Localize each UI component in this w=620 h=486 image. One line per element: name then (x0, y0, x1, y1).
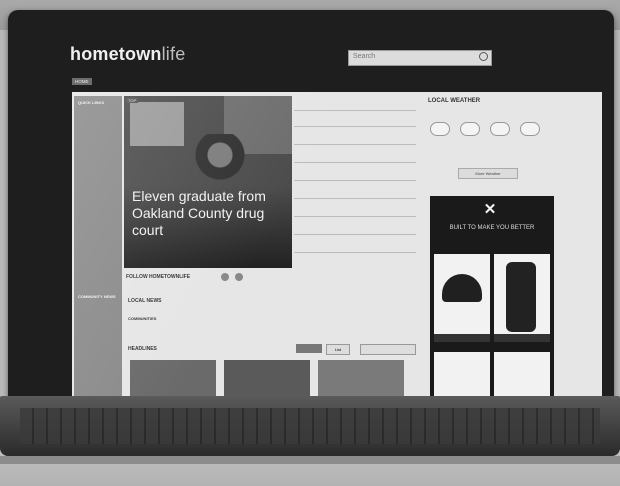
logo-main: hometown (70, 44, 162, 64)
facebook-icon[interactable] (221, 273, 229, 281)
local-news: LOCAL NEWS COMMUNITIES (128, 298, 418, 334)
search-icon[interactable] (479, 52, 488, 61)
community-news-title: COMMUNITY NEWS (78, 294, 116, 299)
cloud-icon (490, 122, 510, 136)
hero-badge: TOP (126, 98, 139, 103)
ad-logo-icon: ✕ (483, 201, 497, 218)
follow-bar: FOLLOW HOMETOWNLIFE (126, 273, 286, 284)
keyboard (20, 408, 600, 444)
grid-view-button[interactable] (296, 344, 322, 353)
shirt-image (506, 262, 536, 332)
ad-product-label (494, 334, 550, 342)
hero-person (180, 134, 260, 194)
browser-screen: QUICK LINKS COMMUNITY NEWS TOP Eleven gr… (72, 92, 602, 404)
site-header: hometownlife Search (56, 36, 576, 76)
site-logo[interactable]: hometownlife (70, 44, 185, 65)
cloud-icon (460, 122, 480, 136)
headlines-bar: HEADLINES List (128, 344, 418, 356)
follow-label: FOLLOW HOMETOWNLIFE (126, 274, 191, 280)
headlines-title: HEADLINES (128, 346, 157, 352)
hero-story[interactable]: TOP Eleven graduate from Oakland County … (124, 96, 292, 268)
ad-product-hat[interactable] (434, 254, 490, 342)
search-placeholder: Search (353, 53, 376, 60)
nav-home[interactable]: HOME (72, 78, 92, 85)
top-stories-list (294, 98, 418, 268)
hat-image (442, 274, 482, 302)
list-view-button[interactable]: List (326, 344, 350, 355)
logo-light: life (161, 44, 186, 64)
search-box[interactable]: Search (348, 50, 492, 66)
ad-tagline: BUILT TO MAKE YOU BETTER (449, 225, 535, 231)
hero-window (130, 102, 184, 146)
twitter-icon[interactable] (235, 273, 243, 281)
communities-label: COMMUNITIES (128, 316, 157, 321)
cloud-icon (520, 122, 540, 136)
hero-headline[interactable]: Eleven graduate from Oakland County drug… (132, 188, 292, 239)
local-news-title: LOCAL NEWS (128, 298, 162, 304)
more-weather-button[interactable]: More Weather (458, 168, 518, 179)
quick-links-title: QUICK LINKS (78, 100, 104, 105)
ad-product-shirt[interactable] (494, 254, 550, 342)
weather-title: LOCAL WEATHER (428, 98, 481, 104)
weather-widget: LOCAL WEATHER More Weather (424, 98, 554, 184)
ad-product-label (434, 334, 490, 342)
laptop-lip (0, 456, 620, 464)
cloud-icon (430, 122, 450, 136)
filter-button[interactable] (360, 344, 416, 355)
underarmour-ad[interactable]: ✕ BUILT TO MAKE YOU BETTER (430, 196, 554, 404)
main-nav: HOME (70, 78, 590, 88)
quick-links-sidebar: QUICK LINKS COMMUNITY NEWS (74, 96, 122, 396)
